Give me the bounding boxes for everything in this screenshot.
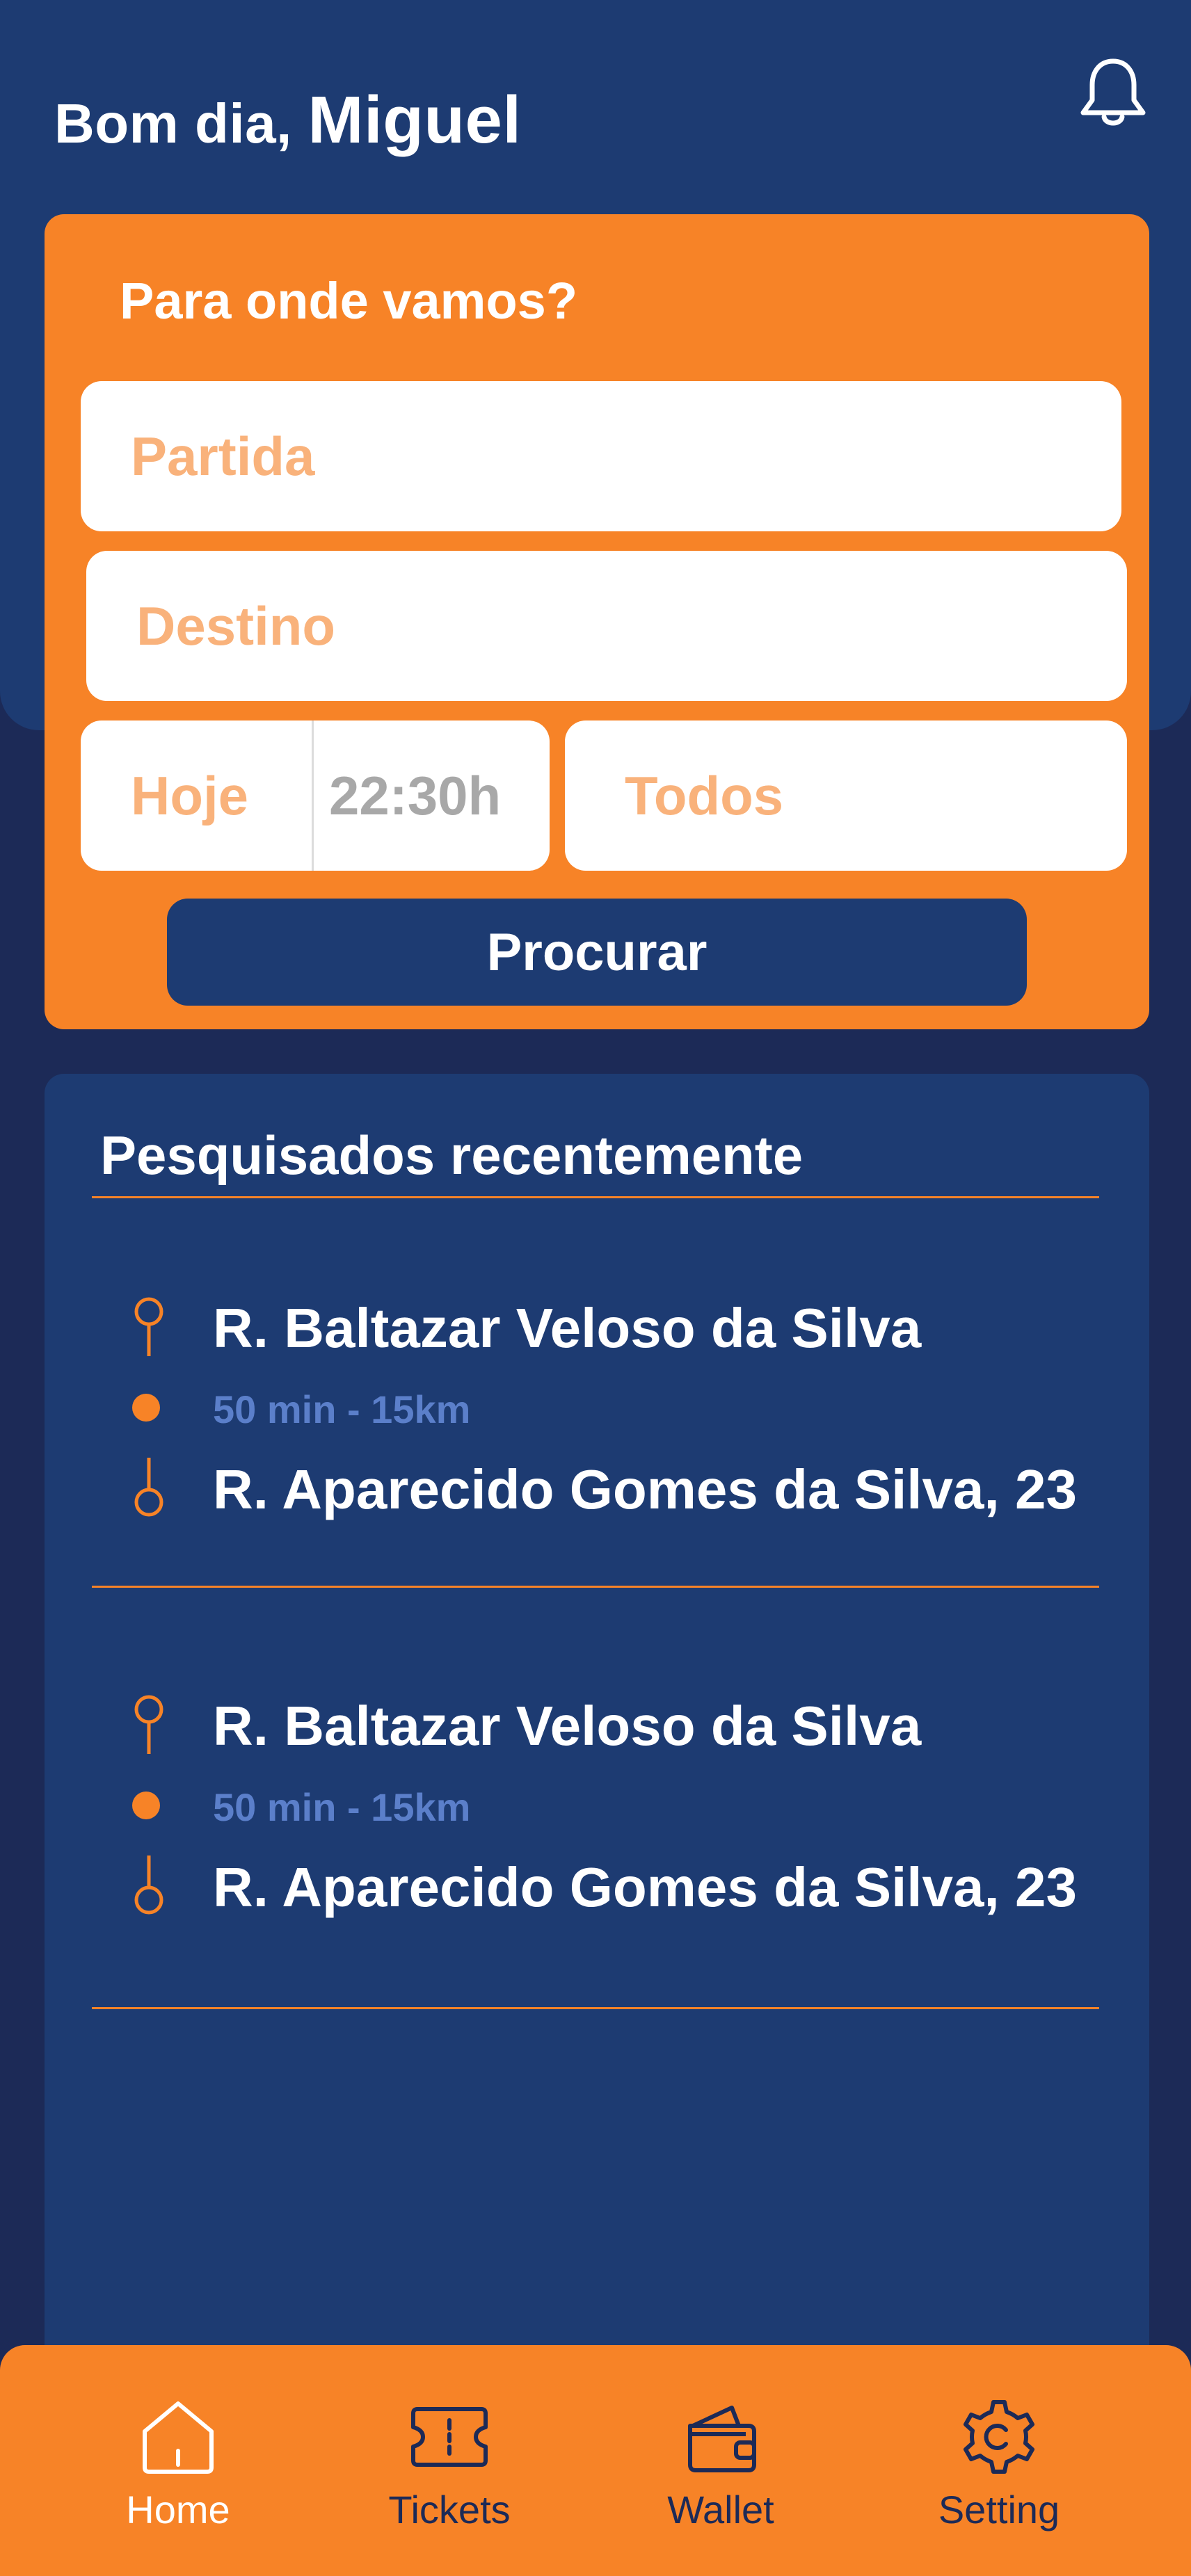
user-name: Miguel bbox=[307, 83, 522, 157]
route-destination: R. Aparecido Gomes da Silva, 23 bbox=[213, 1458, 1077, 1520]
route-origin: R. Baltazar Veloso da Silva bbox=[213, 1695, 922, 1757]
time-value: 22:30h bbox=[329, 764, 502, 826]
origin-pin-icon bbox=[134, 1297, 163, 1356]
route-meta: 50 min - 15km bbox=[213, 1785, 471, 1829]
recent-route-item[interactable]: R. Baltazar Veloso da Silva 50 min - 15k… bbox=[45, 1296, 1149, 1575]
ticket-icon bbox=[411, 2407, 488, 2467]
passengers-select[interactable]: Todos bbox=[565, 721, 1127, 871]
recent-title: Pesquisados recentemente bbox=[100, 1125, 804, 1186]
route-destination: R. Aparecido Gomes da Silva, 23 bbox=[213, 1856, 1077, 1918]
bottom-navigation: Home Tickets Wallet Setting bbox=[0, 2345, 1191, 2576]
wallet-icon bbox=[688, 2406, 756, 2472]
destination-pin-icon bbox=[134, 1458, 163, 1517]
nav-wallet-label: Wallet bbox=[667, 2488, 774, 2531]
home-icon bbox=[143, 2401, 214, 2474]
nav-tickets[interactable]: Tickets bbox=[359, 2395, 540, 2548]
date-value: Hoje bbox=[131, 764, 249, 826]
time-picker[interactable]: 22:30h bbox=[314, 721, 550, 871]
date-time-field: Hoje 22:30h bbox=[81, 721, 550, 871]
search-button[interactable]: Procurar bbox=[167, 899, 1027, 1006]
nav-setting-label: Setting bbox=[938, 2488, 1060, 2531]
divider bbox=[92, 2007, 1099, 2009]
divider bbox=[92, 1586, 1099, 1588]
destination-pin-icon bbox=[134, 1855, 163, 1915]
destination-input[interactable]: Destino bbox=[86, 551, 1127, 701]
nav-home-label: Home bbox=[126, 2488, 230, 2531]
nav-setting[interactable]: Setting bbox=[909, 2395, 1089, 2548]
bell-icon[interactable] bbox=[1075, 54, 1151, 131]
origin-placeholder: Partida bbox=[131, 425, 315, 487]
date-picker[interactable]: Hoje bbox=[81, 721, 312, 871]
nav-tickets-label: Tickets bbox=[388, 2488, 511, 2531]
greeting: Bom dia, Miguel bbox=[54, 82, 522, 159]
route-dot-icon bbox=[132, 1792, 160, 1819]
greeting-text: Bom dia, bbox=[54, 92, 292, 154]
app-screen: Bom dia, Miguel Para onde vamos? Partida… bbox=[0, 0, 1191, 2576]
search-card: Para onde vamos? Partida Destino Hoje 22… bbox=[45, 214, 1149, 1029]
nav-home[interactable]: Home bbox=[88, 2395, 269, 2548]
route-dot-icon bbox=[132, 1394, 160, 1422]
gear-icon bbox=[964, 2400, 1034, 2474]
search-title: Para onde vamos? bbox=[120, 272, 578, 330]
divider bbox=[92, 1196, 1099, 1198]
nav-wallet[interactable]: Wallet bbox=[630, 2395, 811, 2548]
passengers-value: Todos bbox=[625, 764, 784, 826]
destination-placeholder: Destino bbox=[136, 595, 336, 657]
recent-route-item[interactable]: R. Baltazar Veloso da Silva 50 min - 15k… bbox=[45, 1694, 1149, 1972]
origin-input[interactable]: Partida bbox=[81, 381, 1121, 531]
origin-pin-icon bbox=[134, 1695, 163, 1754]
route-origin: R. Baltazar Veloso da Silva bbox=[213, 1297, 922, 1359]
route-meta: 50 min - 15km bbox=[213, 1387, 471, 1431]
